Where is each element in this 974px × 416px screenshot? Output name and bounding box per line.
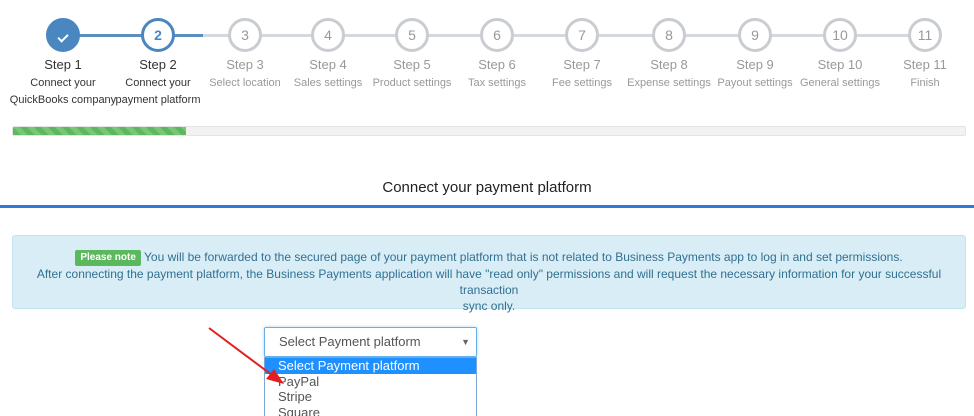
step-description: Connect your QuickBooks company [9,77,117,106]
caret-down-icon: ▼ [461,337,470,347]
step-circle: 3 [228,18,262,52]
payment-platform-select[interactable]: Select Payment platform ▼ [264,327,477,357]
step-circle: 9 [738,18,772,52]
option-select-payment-platform[interactable]: Select Payment platform [265,358,476,374]
step-circle: 2 [141,18,175,52]
step-11[interactable]: 11 Step 11 Finish [870,18,974,92]
please-note-badge: Please note [75,250,141,266]
page-title: Connect your payment platform [382,179,592,196]
setup-progress-bar [12,126,966,136]
step-circle: 6 [480,18,514,52]
option-stripe[interactable]: Stripe [265,389,476,405]
step-label: Step 11 [903,57,947,72]
payment-platform-dropdown: Select Payment platform PayPal Stripe Sq… [264,357,477,416]
step-circle: 8 [652,18,686,52]
setup-stepper: Step 1 Connect your QuickBooks company 2 … [0,0,974,120]
step-1[interactable]: Step 1 Connect your QuickBooks company [8,18,118,109]
select-value: Select Payment platform [279,334,421,349]
step-circle: 4 [311,18,345,52]
step-circle: 10 [823,18,857,52]
step-description: Finish [910,77,940,89]
info-notice: Please note You will be forwarded to the… [12,235,966,313]
step-circle: 11 [908,18,942,52]
checkmark-icon [57,31,69,43]
step-circle: 5 [395,18,429,52]
step-label: Step 1 [44,57,82,72]
notice-line-1: Please note You will be forwarded to the… [13,249,965,266]
notice-line-2: After connecting the payment platform, t… [36,267,942,297]
notice-line-3: sync only. [462,299,516,313]
progress-fill [13,127,187,135]
title-divider [0,205,974,208]
step-circle [46,18,80,52]
step-circle: 7 [565,18,599,52]
option-square[interactable]: Square [265,405,476,416]
option-paypal[interactable]: PayPal [265,374,476,390]
